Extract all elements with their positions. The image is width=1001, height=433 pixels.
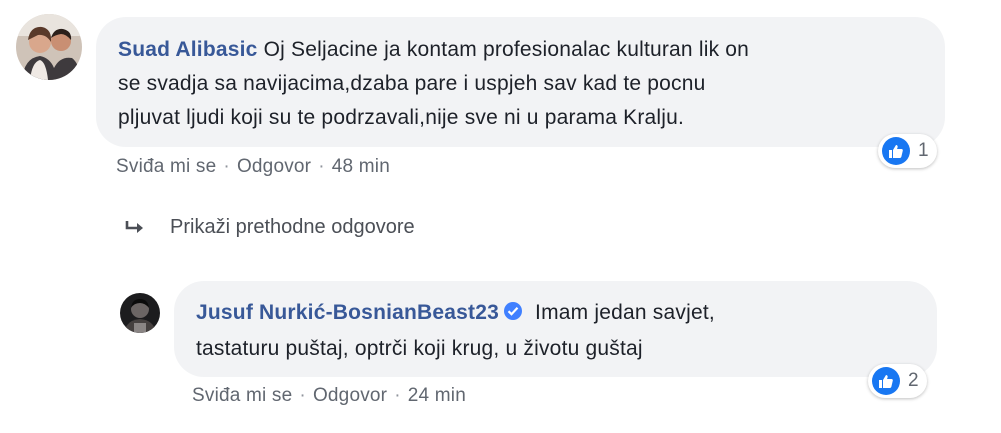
verified-badge-icon bbox=[503, 298, 523, 332]
reply-reactions[interactable]: 2 bbox=[868, 364, 927, 398]
comment-timestamp[interactable]: 48 min bbox=[332, 156, 390, 177]
reply-reaction-count: 2 bbox=[908, 370, 919, 391]
reply-actions: Sviđa mi se · Odgovor · 24 min bbox=[192, 385, 466, 407]
comment-reply-link[interactable]: Odgovor bbox=[237, 156, 311, 177]
view-previous-replies-label: Prikaži prethodne odgovore bbox=[170, 216, 415, 238]
comment-like-link[interactable]: Sviđa mi se bbox=[116, 156, 216, 177]
separator-dot: · bbox=[394, 385, 401, 406]
separator-dot: · bbox=[223, 156, 230, 177]
separator-dot: · bbox=[299, 385, 306, 406]
reply-reply-link[interactable]: Odgovor bbox=[313, 385, 387, 406]
reply-text: Jusuf Nurkić-BosnianBeast23 Imam jedan s… bbox=[196, 296, 926, 366]
reply-timestamp[interactable]: 24 min bbox=[408, 385, 466, 406]
comment-reactions[interactable]: 1 bbox=[878, 134, 937, 168]
reply-line-2: tastaturu puštaj, optrči koji krug, u ži… bbox=[196, 337, 643, 360]
reply-line-1: Jusuf Nurkić-BosnianBeast23 Imam jedan s… bbox=[196, 296, 926, 332]
reply-text-line1: Imam jedan savjet, bbox=[535, 301, 715, 324]
comment-text-line1: Oj Seljacine ja kontam profesionalac kul… bbox=[263, 38, 750, 61]
comment-author[interactable]: Suad Alibasic bbox=[118, 38, 258, 61]
comment-line-2: se svadja sa navijacima,dzaba pare i usp… bbox=[118, 72, 706, 95]
reply-author[interactable]: Jusuf Nurkić-BosnianBeast23 bbox=[196, 301, 499, 324]
comment-avatar[interactable] bbox=[16, 14, 82, 80]
reply-avatar[interactable] bbox=[120, 293, 160, 333]
comment-actions: Sviđa mi se · Odgovor · 48 min bbox=[116, 156, 390, 178]
comment-text: Suad Alibasic Oj Seljacine ja kontam pro… bbox=[118, 33, 938, 135]
comment-line-1: Suad Alibasic Oj Seljacine ja kontam pro… bbox=[118, 33, 938, 67]
separator-dot: · bbox=[318, 156, 325, 177]
like-reaction-icon bbox=[882, 137, 910, 165]
reply-like-link[interactable]: Sviđa mi se bbox=[192, 385, 292, 406]
like-reaction-icon bbox=[872, 367, 900, 395]
comment-line-3: pljuvat ljudi koji su te podrzavali,nije… bbox=[118, 106, 685, 129]
comment-reaction-count: 1 bbox=[918, 140, 929, 161]
reply-arrow-icon bbox=[124, 219, 148, 237]
view-previous-replies[interactable]: Prikaži prethodne odgovore bbox=[124, 216, 415, 239]
